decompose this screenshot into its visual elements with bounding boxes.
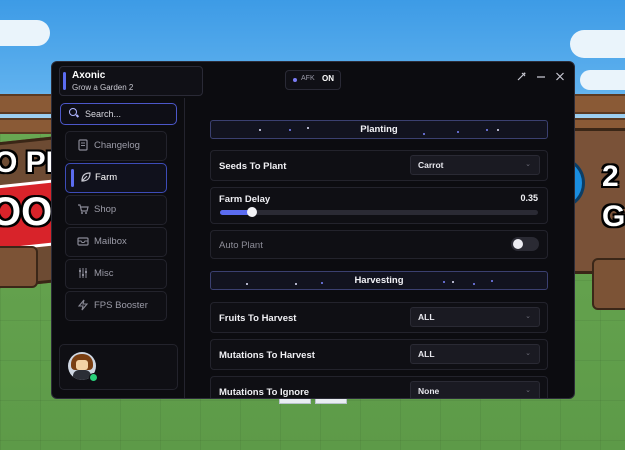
search-box[interactable] bbox=[60, 103, 177, 125]
sidebar-item-label: Shop bbox=[94, 204, 117, 215]
sign-right-text: 2 bbox=[602, 160, 619, 193]
changelog-icon bbox=[76, 139, 89, 152]
sidebar-item-changelog[interactable]: Changelog bbox=[65, 131, 167, 161]
app-title: Axonic bbox=[72, 70, 106, 81]
fruits-to-harvest-dropdown[interactable]: ALL ⌄ bbox=[410, 307, 540, 327]
farm-delay-row: Farm Delay 0.35 bbox=[210, 187, 548, 224]
fence bbox=[572, 94, 625, 114]
fruits-to-harvest-row: Fruits To Harvest ALL ⌄ bbox=[210, 302, 548, 333]
afk-status-dot bbox=[293, 78, 297, 82]
minimize-icon[interactable] bbox=[536, 71, 546, 85]
sign-left-text-2: OO bbox=[0, 190, 53, 234]
chevron-down-icon: ⌄ bbox=[525, 350, 531, 357]
row-label: Fruits To Harvest bbox=[219, 313, 297, 324]
close-icon[interactable] bbox=[555, 71, 565, 85]
settings-icon[interactable] bbox=[516, 71, 527, 85]
section-title: Planting bbox=[360, 124, 398, 135]
dropdown-value: ALL bbox=[418, 349, 435, 359]
chevron-down-icon: ⌄ bbox=[525, 313, 531, 320]
app-window: Axonic Grow a Garden 2 AFK ON Changelog bbox=[51, 61, 575, 399]
mutations-to-ignore-row: Mutations To Ignore None ⌄ bbox=[210, 376, 548, 398]
afk-state: ON bbox=[322, 74, 334, 83]
toggle-knob bbox=[513, 239, 523, 249]
seeds-to-plant-row: Seeds To Plant Carrot ⌄ bbox=[210, 150, 548, 181]
sidebar-item-mailbox[interactable]: Mailbox bbox=[65, 227, 167, 257]
mutations-to-harvest-row: Mutations To Harvest ALL ⌄ bbox=[210, 339, 548, 370]
sidebar-item-farm[interactable]: Farm bbox=[65, 163, 167, 193]
sidebar: Changelog Farm Shop Mailbox Misc bbox=[52, 98, 185, 398]
sidebar-item-label: Changelog bbox=[94, 140, 140, 151]
lightning-icon bbox=[76, 299, 89, 312]
user-profile-card[interactable] bbox=[59, 344, 178, 390]
auto-plant-toggle[interactable] bbox=[511, 237, 539, 251]
sidebar-item-shop[interactable]: Shop bbox=[65, 195, 167, 225]
sidebar-item-label: Mailbox bbox=[94, 236, 127, 247]
row-label: Farm Delay bbox=[219, 194, 271, 205]
main-content: Planting Seeds To Plant Carrot ⌄ Farm De… bbox=[185, 98, 574, 398]
afk-label: AFK bbox=[301, 75, 315, 82]
fence bbox=[0, 94, 56, 114]
avatar-face bbox=[76, 360, 88, 370]
mutations-to-ignore-dropdown[interactable]: None ⌄ bbox=[410, 381, 540, 398]
dropdown-value: ALL bbox=[418, 312, 435, 322]
cloud bbox=[580, 70, 625, 90]
chevron-down-icon: ⌄ bbox=[525, 387, 531, 394]
fence bbox=[0, 118, 56, 134]
app-subtitle: Grow a Garden 2 bbox=[72, 83, 134, 92]
sidebar-item-label: FPS Booster bbox=[94, 300, 148, 311]
leaf-icon bbox=[79, 171, 92, 184]
section-title: Harvesting bbox=[354, 275, 404, 286]
sidebar-item-label: Farm bbox=[95, 172, 118, 183]
stump bbox=[0, 246, 38, 288]
afk-toggle[interactable]: AFK ON bbox=[285, 70, 341, 90]
online-status-dot bbox=[89, 373, 98, 382]
cloud bbox=[570, 30, 625, 58]
dropdown-value: None bbox=[418, 386, 440, 396]
cloud bbox=[0, 20, 50, 46]
sliders-icon bbox=[76, 267, 89, 280]
stump bbox=[592, 258, 625, 310]
mutations-to-harvest-dropdown[interactable]: ALL ⌄ bbox=[410, 344, 540, 364]
row-label: Seeds To Plant bbox=[219, 161, 287, 172]
slider-handle[interactable] bbox=[246, 207, 257, 217]
dropdown-value: Carrot bbox=[418, 160, 444, 170]
cart-icon bbox=[76, 203, 89, 216]
auto-plant-row: Auto Plant bbox=[210, 230, 548, 259]
farm-delay-slider[interactable] bbox=[220, 207, 538, 217]
seeds-to-plant-dropdown[interactable]: Carrot ⌄ bbox=[410, 155, 540, 175]
search-icon bbox=[69, 108, 77, 116]
section-header-planting: Planting bbox=[210, 120, 548, 139]
row-label: Mutations To Harvest bbox=[219, 350, 315, 361]
sidebar-item-label: Misc bbox=[94, 268, 114, 279]
section-header-harvesting: Harvesting bbox=[210, 271, 548, 290]
row-label: Mutations To Ignore bbox=[219, 387, 310, 398]
row-label: Auto Plant bbox=[219, 240, 263, 251]
title-accent-bar bbox=[63, 72, 66, 90]
sidebar-item-fps-booster[interactable]: FPS Booster bbox=[65, 291, 167, 321]
mailbox-icon bbox=[76, 235, 89, 248]
chevron-down-icon: ⌄ bbox=[525, 161, 531, 168]
search-input[interactable] bbox=[83, 106, 172, 122]
farm-delay-value: 0.35 bbox=[520, 193, 538, 203]
sidebar-item-misc[interactable]: Misc bbox=[65, 259, 167, 289]
title-box: Axonic Grow a Garden 2 bbox=[59, 66, 203, 96]
sign-right-text-2: G bbox=[602, 200, 625, 233]
